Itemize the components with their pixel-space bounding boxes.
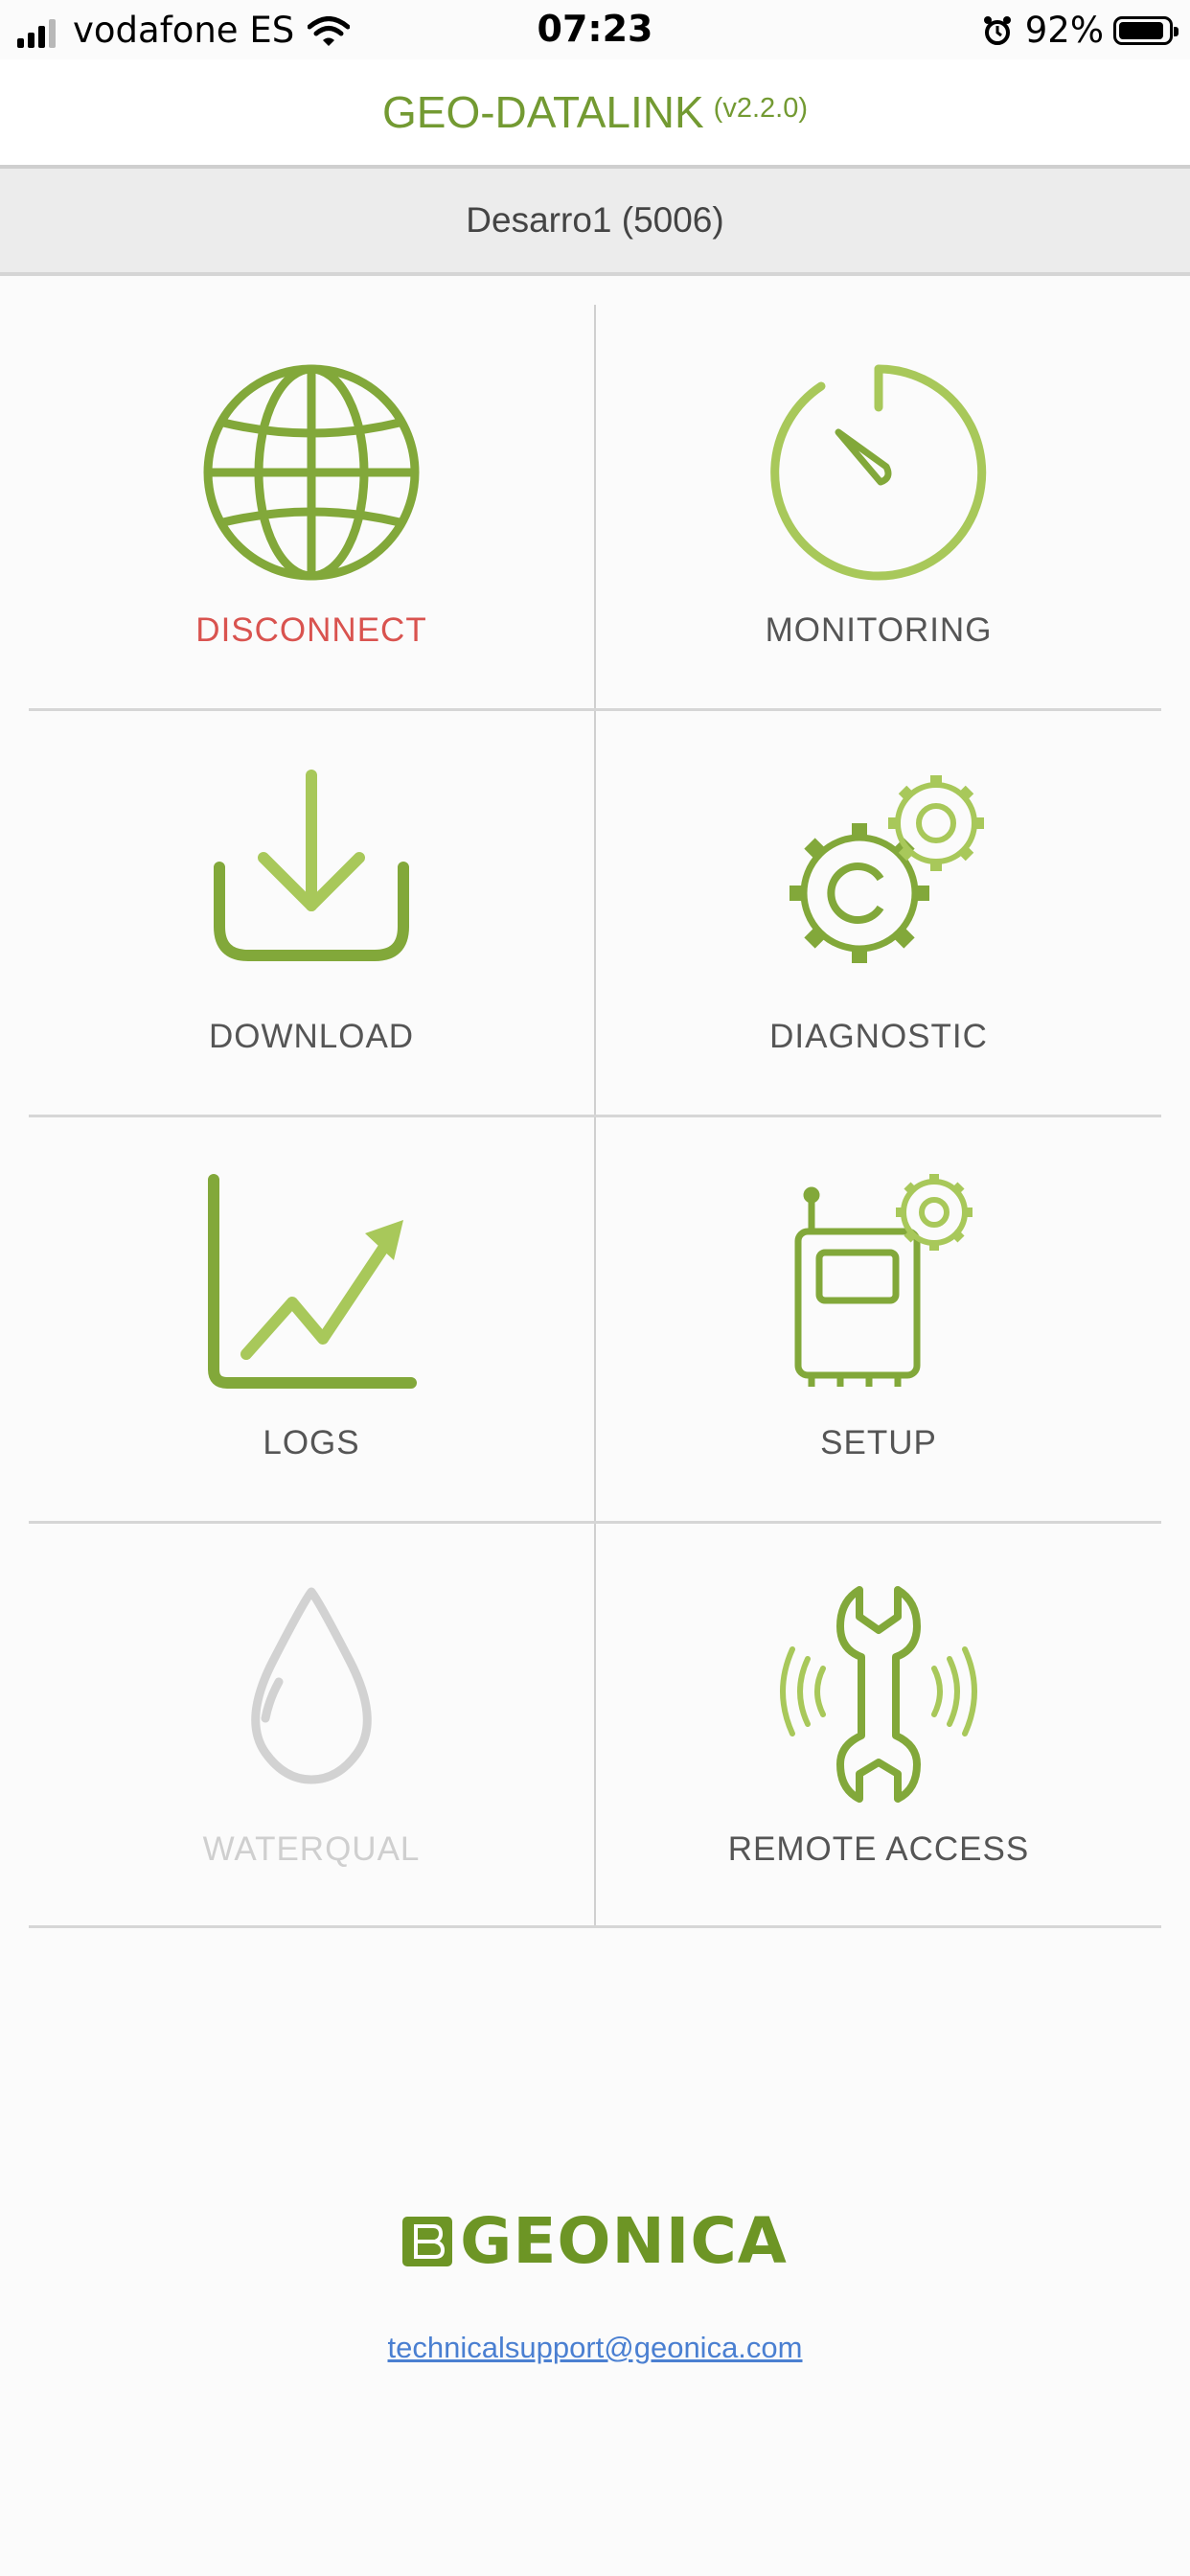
diagnostic-tile[interactable]: DIAGNOSTIC [596, 711, 1161, 1117]
gears-icon [596, 764, 1161, 994]
app-title: GEO-DATALINK [381, 87, 704, 137]
download-icon [29, 764, 594, 994]
disconnect-tile[interactable]: DISCONNECT [29, 305, 594, 711]
status-bar: vodafone ES 07:23 92% [0, 0, 1190, 59]
download-tile[interactable]: DOWNLOAD [29, 711, 594, 1117]
logs-label: LOGS [263, 1424, 360, 1461]
device-settings-icon [596, 1170, 1161, 1400]
waterqual-label: WATERQUAL [202, 1830, 421, 1868]
waterqual-tile: WATERQUAL [29, 1524, 594, 1930]
geonica-logo: GEONICA [0, 2204, 1190, 2278]
monitoring-tile[interactable]: MONITORING [596, 305, 1161, 711]
support-email-link[interactable]: technicalsupport@geonica.com [0, 2331, 1190, 2365]
battery-fill [1119, 21, 1163, 39]
globe-icon [29, 357, 594, 587]
status-right: 92% [983, 10, 1179, 51]
battery-icon [1113, 15, 1179, 45]
disconnect-label: DISCONNECT [195, 611, 427, 649]
battery-percent: 92% [1024, 10, 1104, 51]
app-version: (v2.2.0) [713, 92, 808, 124]
download-label: DOWNLOAD [208, 1018, 415, 1055]
diagnostic-label: DIAGNOSTIC [769, 1018, 988, 1055]
brand-name: GEONICA [460, 2204, 788, 2278]
setup-tile[interactable]: SETUP [596, 1117, 1161, 1524]
remote-access-tile[interactable]: REMOTE ACCESS [596, 1524, 1161, 1930]
chart-trend-icon [29, 1170, 594, 1400]
logo-mark-icon [402, 2216, 453, 2266]
device-name-bar[interactable]: Desarro1 (5006) [0, 169, 1190, 276]
alarm-icon [983, 15, 1011, 45]
monitoring-label: MONITORING [765, 611, 993, 649]
water-drop-icon [29, 1576, 594, 1806]
logs-tile[interactable]: LOGS [29, 1117, 594, 1524]
remote-access-label: REMOTE ACCESS [727, 1830, 1030, 1868]
setup-label: SETUP [820, 1424, 937, 1461]
gauge-icon [596, 357, 1161, 587]
menu-grid: DISCONNECT MONITORING DOWNLOAD DIAGNOSTI… [29, 305, 1161, 1928]
app-header: GEO-DATALINK (v2.2.0) [0, 59, 1190, 169]
wrench-signal-icon [596, 1576, 1161, 1806]
